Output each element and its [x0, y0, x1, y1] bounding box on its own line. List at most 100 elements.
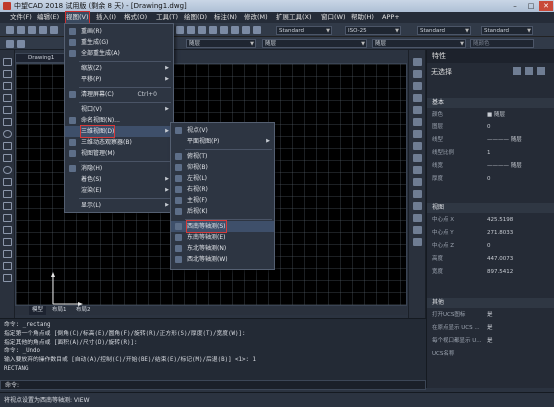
- prop-row[interactable]: 厚度 0: [427, 174, 554, 185]
- menu-item-regen-all[interactable]: 全部重生成(A): [65, 48, 173, 59]
- minimize-button[interactable]: –: [508, 1, 522, 11]
- extend-icon[interactable]: [413, 178, 422, 186]
- rotate-icon[interactable]: [413, 130, 422, 138]
- arc-icon[interactable]: [3, 118, 12, 126]
- selection-dropdown[interactable]: 无选择: [431, 67, 511, 77]
- make-block-icon[interactable]: [3, 202, 12, 210]
- prop-row[interactable]: 线型 ———— 随层: [427, 135, 554, 146]
- move-icon[interactable]: [413, 118, 422, 126]
- menu-app[interactable]: APP+: [382, 12, 400, 23]
- prop-row[interactable]: 高度 447.0073: [427, 254, 554, 265]
- command-input[interactable]: 命令:: [0, 380, 426, 390]
- menu-item-named-views[interactable]: 命名视图(N)...: [65, 115, 173, 126]
- cloud-icon[interactable]: [3, 142, 12, 150]
- menu-item-front[interactable]: 主视(F): [171, 195, 274, 206]
- menu-item-3d-orbit[interactable]: 三维动态观察器(B): [65, 137, 173, 148]
- break-icon[interactable]: [413, 190, 422, 198]
- prop-row[interactable]: 在原点显示 UCS ... 是: [427, 323, 554, 334]
- menu-item-zoom[interactable]: 缩放(Z) ▶: [65, 63, 173, 74]
- menu-item-ne-isometric[interactable]: 东北等轴测(N): [171, 243, 274, 254]
- copy-icon[interactable]: [413, 70, 422, 78]
- join-icon[interactable]: [413, 202, 422, 210]
- menu-item-top[interactable]: 俯视(T): [171, 151, 274, 162]
- menu-item-display[interactable]: 显示(L) ▶: [65, 200, 173, 211]
- menu-express-tools[interactable]: 扩展工具(X): [276, 12, 312, 23]
- menu-item-viewports[interactable]: 视口(V) ▶: [65, 104, 173, 115]
- menu-item-sw-isometric[interactable]: 西南等轴测(S): [171, 220, 274, 233]
- color-select[interactable]: 随层 ▼: [186, 39, 256, 48]
- section-misc[interactable]: 其他: [427, 298, 554, 308]
- menu-insert[interactable]: 插入(I): [96, 12, 116, 23]
- properties-icon[interactable]: [220, 26, 228, 34]
- menu-item-plan-view[interactable]: 平面视图(P) ▶: [171, 136, 274, 147]
- region-icon[interactable]: [3, 250, 12, 258]
- multileader-style-select[interactable]: Standard ▼: [481, 26, 533, 35]
- prop-row[interactable]: 打开UCS图标 是: [427, 310, 554, 321]
- tab-model[interactable]: 模型: [29, 306, 47, 315]
- dim-style-select[interactable]: ISO-25 ▼: [345, 26, 401, 35]
- menu-item-left[interactable]: 左视(L): [171, 173, 274, 184]
- scale-icon[interactable]: [413, 142, 422, 150]
- linetype-select[interactable]: 随层 ▼: [262, 39, 367, 48]
- prop-row[interactable]: 线型比例 1: [427, 148, 554, 159]
- polyline-icon[interactable]: [3, 82, 12, 90]
- fillet-icon[interactable]: [413, 226, 422, 234]
- menu-item-redraw[interactable]: 重画(R): [65, 26, 173, 37]
- menu-tools[interactable]: 工具(T): [156, 12, 178, 23]
- menu-file[interactable]: 文件(F): [10, 12, 32, 23]
- calculator-icon[interactable]: [253, 26, 261, 34]
- table-icon[interactable]: [3, 262, 12, 270]
- tab-layout2[interactable]: 布局2: [73, 306, 94, 315]
- circle-icon[interactable]: [3, 130, 12, 138]
- ellipse-icon[interactable]: [3, 166, 12, 174]
- tool-palette-icon[interactable]: [242, 26, 250, 34]
- menu-item-hide[interactable]: 消隐(H): [65, 163, 173, 174]
- ellipse-arc-icon[interactable]: [3, 178, 12, 186]
- prop-row[interactable]: 宽度 897.5412: [427, 267, 554, 278]
- insert-block-icon[interactable]: [3, 190, 12, 198]
- menu-item-bottom[interactable]: 仰视(B): [171, 162, 274, 173]
- design-center-icon[interactable]: [231, 26, 239, 34]
- prop-row[interactable]: 颜色 ■ 随层: [427, 110, 554, 121]
- menu-modify[interactable]: 修改(M): [244, 12, 268, 23]
- menu-item-back[interactable]: 后视(K): [171, 206, 274, 217]
- zoom-previous-icon[interactable]: [209, 26, 217, 34]
- print-icon[interactable]: [39, 26, 47, 34]
- pan-icon[interactable]: [176, 26, 184, 34]
- plot-style-select[interactable]: 随颜色: [470, 39, 534, 48]
- prop-row[interactable]: 每个视口都显示 U... 是: [427, 336, 554, 347]
- spline-icon[interactable]: [3, 154, 12, 162]
- toggle-pickadd-icon[interactable]: [537, 67, 545, 75]
- menu-item-3d-views[interactable]: 三维视图(D) ▶: [65, 125, 173, 138]
- light-bulb-icon[interactable]: [17, 40, 25, 48]
- menu-item-right[interactable]: 右视(R): [171, 184, 274, 195]
- mirror-icon[interactable]: [413, 82, 422, 90]
- text-style-select[interactable]: Standard ▼: [276, 26, 332, 35]
- lineweight-select[interactable]: 随层 ▼: [372, 39, 466, 48]
- zoom-icon[interactable]: [187, 26, 195, 34]
- prop-row[interactable]: UCS名称: [427, 349, 554, 360]
- erase-icon[interactable]: [413, 58, 422, 66]
- prop-row[interactable]: 线宽 ———— 随层: [427, 161, 554, 172]
- menu-item-shade[interactable]: 着色(S) ▶: [65, 174, 173, 185]
- menu-item-render[interactable]: 渲染(E) ▶: [65, 185, 173, 196]
- section-view[interactable]: 视图: [427, 203, 554, 213]
- new-file-icon[interactable]: [6, 26, 14, 34]
- offset-icon[interactable]: [413, 94, 422, 102]
- stretch-icon[interactable]: [413, 154, 422, 162]
- open-file-icon[interactable]: [17, 26, 25, 34]
- menu-item-se-isometric[interactable]: 东南等轴测(E): [171, 232, 274, 243]
- mtext-icon[interactable]: [3, 274, 12, 282]
- quick-select-icon[interactable]: [525, 67, 533, 75]
- point-icon[interactable]: [3, 214, 12, 222]
- line-icon[interactable]: [3, 58, 12, 66]
- explode-icon[interactable]: [413, 238, 422, 246]
- menu-item-viewpoint[interactable]: 视点(V): [171, 125, 274, 136]
- menu-draw[interactable]: 绘图(D): [184, 12, 207, 23]
- chamfer-icon[interactable]: [413, 214, 422, 222]
- hatch-icon[interactable]: [3, 226, 12, 234]
- polygon-icon[interactable]: [3, 94, 12, 102]
- prop-row[interactable]: 中心点 Y 271.8033: [427, 228, 554, 239]
- menu-format[interactable]: 格式(O): [124, 12, 147, 23]
- rectangle-icon[interactable]: [3, 106, 12, 114]
